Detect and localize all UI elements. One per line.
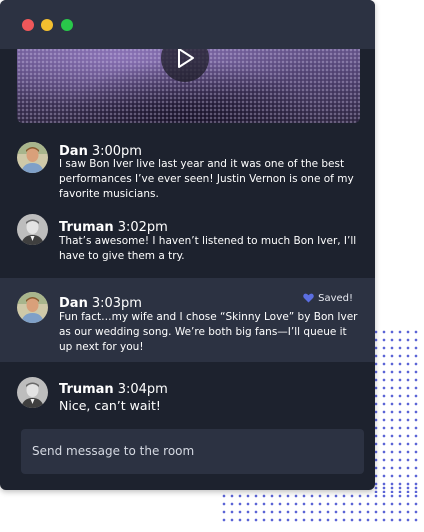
saved-label: Saved! xyxy=(318,293,353,304)
message-item-highlighted: Dan 3:03pm Saved! Fun fact…my wife and I … xyxy=(0,278,375,362)
message-text: That’s awesome! I haven’t listened to mu… xyxy=(59,235,357,262)
message-text: Fun fact…my wife and I chose “Skinny Lov… xyxy=(59,311,358,353)
avatar-dan[interactable] xyxy=(17,292,48,323)
video-thumbnail[interactable] xyxy=(17,40,360,123)
message-timestamp: 3:02pm xyxy=(117,220,168,235)
message-text: I saw Bon Iver live last year and it was… xyxy=(59,158,354,200)
heart-icon xyxy=(303,293,314,303)
dot-pattern-bottom xyxy=(220,484,420,526)
message-item: Truman 3:04pm Nice, can’t wait! xyxy=(0,362,375,422)
close-window-button[interactable] xyxy=(22,19,34,31)
message-input[interactable]: Send message to the room xyxy=(21,429,364,474)
dot-pattern-right xyxy=(372,328,420,493)
sender-name[interactable]: Truman xyxy=(59,382,114,397)
minimize-window-button[interactable] xyxy=(41,19,53,31)
sender-name[interactable]: Truman xyxy=(59,220,114,235)
message-item: Truman 3:02pm That’s awesome! I haven’t l… xyxy=(0,200,375,278)
play-icon xyxy=(178,48,194,68)
maximize-window-button[interactable] xyxy=(61,19,73,31)
avatar-truman[interactable] xyxy=(17,377,48,408)
message-timestamp: 3:03pm xyxy=(91,296,142,311)
avatar-truman[interactable] xyxy=(17,214,48,245)
saved-indicator[interactable]: Saved! xyxy=(303,293,353,304)
avatar-dan[interactable] xyxy=(17,142,48,173)
message-item: Dan 3:00pm I saw Bon Iver live last year … xyxy=(0,123,375,200)
message-timestamp: 3:04pm xyxy=(117,382,168,397)
message-input-placeholder: Send message to the room xyxy=(32,444,195,458)
sender-name[interactable]: Dan xyxy=(59,296,88,311)
message-text: Nice, can’t wait! xyxy=(59,398,161,413)
chat-window: Dan 3:00pm I saw Bon Iver live last year … xyxy=(0,0,375,490)
window-titlebar xyxy=(0,0,375,49)
